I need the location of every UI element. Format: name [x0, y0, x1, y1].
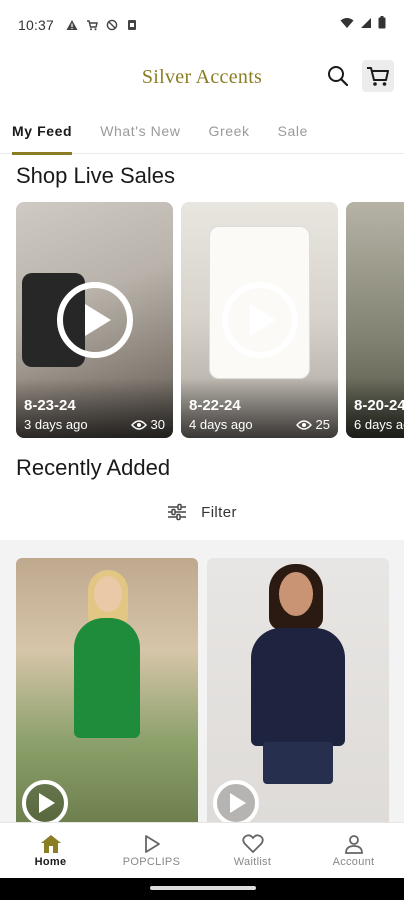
live-sale-date: 8-23-24	[24, 397, 76, 414]
nav-popclips[interactable]: POPCLIPS	[101, 823, 202, 878]
tab-my-feed[interactable]: My Feed	[12, 108, 73, 155]
live-sale-date: 8-20-24	[354, 397, 404, 414]
live-sale-card[interactable]: 8-23-24 3 days ago 30	[16, 202, 173, 438]
live-sale-views: 25	[295, 417, 330, 432]
cart-button[interactable]	[362, 60, 394, 92]
search-button[interactable]	[322, 60, 354, 92]
app-title: Silver Accents	[141, 65, 263, 88]
live-sale-age: 6 days ago	[354, 417, 404, 432]
product-image	[251, 628, 345, 746]
tab-greek[interactable]: Greek	[208, 108, 249, 154]
nav-label: Account	[332, 855, 375, 868]
nav-label: Waitlist	[233, 855, 272, 868]
header-actions	[322, 60, 394, 92]
tab-whats-new[interactable]: What's New	[100, 108, 180, 154]
view-count: 25	[315, 417, 330, 432]
cart-icon	[367, 67, 389, 86]
live-sales-carousel[interactable]: 8-23-24 3 days ago 30 8-22-24 4 days ago…	[16, 202, 404, 438]
play-icon	[144, 834, 160, 853]
tab-sale[interactable]: Sale	[278, 108, 308, 154]
product-card[interactable]	[207, 558, 389, 822]
nav-label: POPCLIPS	[122, 855, 181, 868]
status-time: 10:37	[18, 17, 55, 33]
search-icon	[328, 66, 349, 87]
live-sales-title: Shop Live Sales	[16, 163, 175, 188]
live-sale-age: 4 days ago	[189, 417, 253, 432]
live-sale-age: 3 days ago	[24, 417, 88, 432]
status-bar: 10:37	[0, 0, 404, 50]
sliders-icon	[168, 503, 187, 521]
recently-added-title: Recently Added	[16, 455, 171, 480]
sim-icon	[126, 19, 138, 31]
live-sale-views: 30	[130, 417, 165, 432]
play-button[interactable]	[221, 282, 298, 358]
play-icon	[84, 304, 111, 336]
app-header: Silver Accents	[0, 50, 404, 104]
nav-label: Home	[34, 855, 67, 868]
product-image	[74, 618, 140, 738]
filter-label: Filter	[201, 503, 237, 521]
battery-icon	[378, 16, 386, 34]
product-video-button[interactable]	[22, 780, 68, 822]
filter-button[interactable]: Filter	[0, 497, 404, 527]
bottom-navigation: Home POPCLIPS Waitlist Account	[0, 822, 404, 878]
status-notification-icons	[66, 19, 138, 31]
play-icon	[230, 793, 246, 813]
person-icon	[344, 834, 363, 854]
product-video-button[interactable]	[213, 780, 259, 822]
wifi-icon	[340, 16, 354, 34]
live-sale-card[interactable]: 8-22-24 4 days ago 25	[181, 202, 338, 438]
nav-home[interactable]: Home	[0, 823, 101, 878]
eye-icon	[130, 419, 147, 430]
nav-waitlist[interactable]: Waitlist	[202, 823, 303, 878]
blocked-icon	[106, 19, 118, 31]
home-indicator[interactable]	[150, 886, 256, 890]
home-icon	[40, 834, 61, 853]
eye-icon	[295, 419, 312, 430]
signal-icon	[360, 16, 372, 34]
feed-tabs: My Feed What's New Greek Sale	[0, 108, 404, 155]
warning-icon	[66, 19, 78, 31]
nav-account[interactable]: Account	[303, 823, 404, 878]
play-icon	[249, 304, 276, 336]
play-icon	[39, 793, 55, 813]
gesture-bar	[0, 878, 404, 900]
live-sale-date: 8-22-24	[189, 397, 241, 414]
status-system-icons	[340, 16, 386, 34]
play-button[interactable]	[56, 282, 133, 358]
heart-icon	[241, 833, 264, 853]
cart-icon	[86, 19, 98, 31]
live-sale-card[interactable]: 8-20-24 6 days ago	[346, 202, 404, 438]
product-card[interactable]	[16, 558, 198, 822]
view-count: 30	[150, 417, 165, 432]
